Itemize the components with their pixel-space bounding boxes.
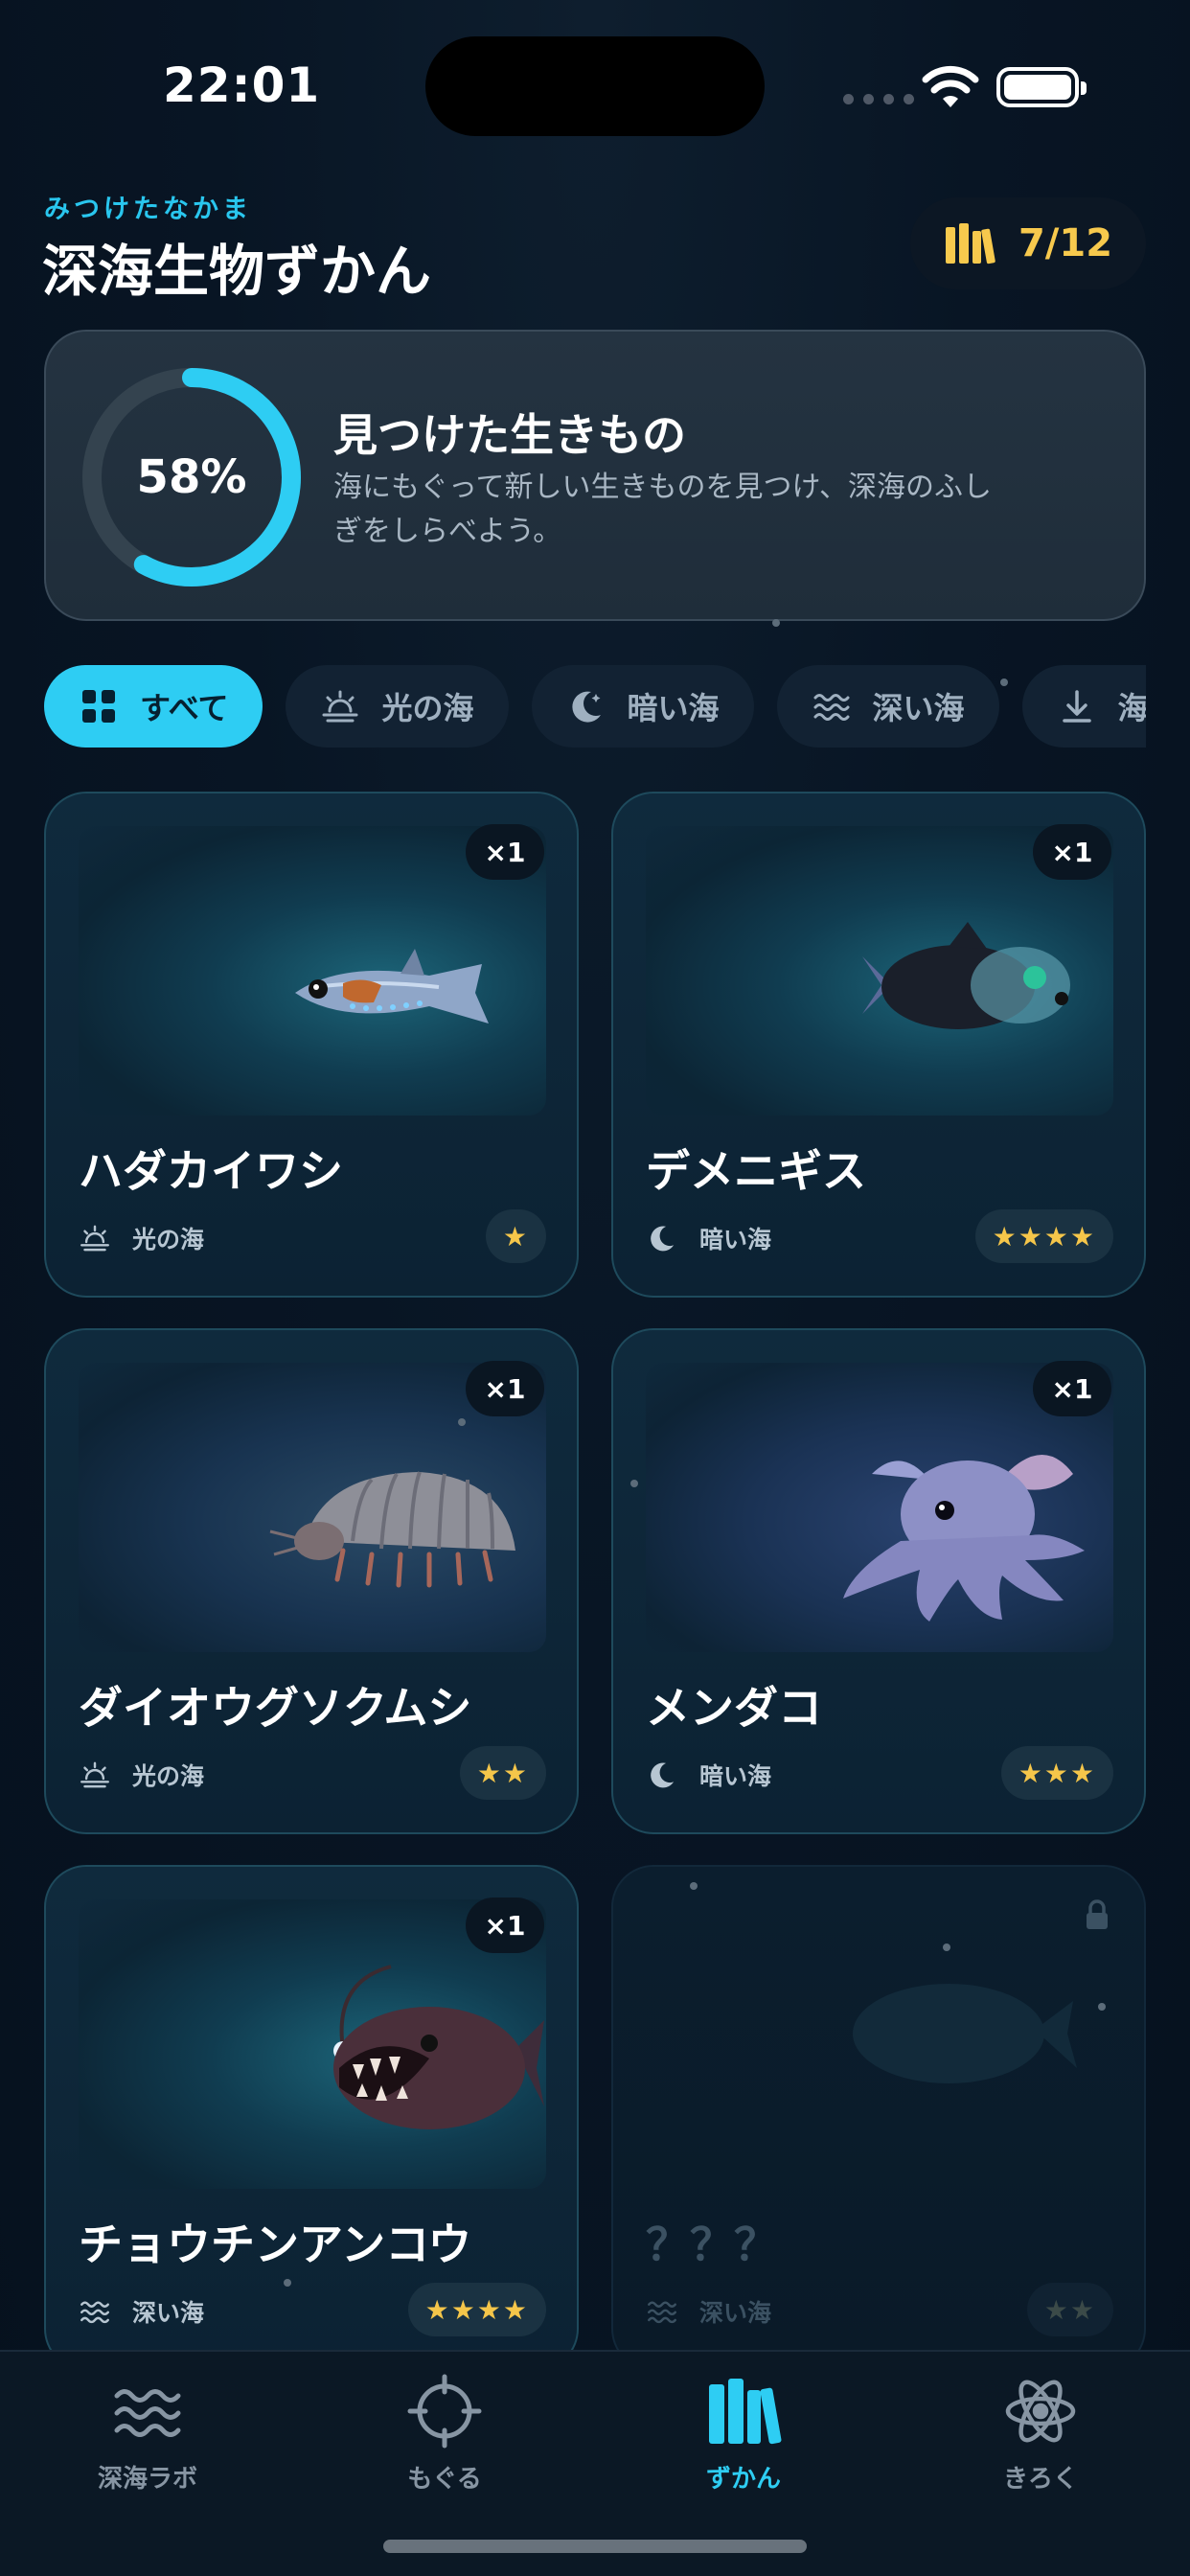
bubble — [1000, 678, 1008, 686]
catch-count-badge: ×1 — [466, 1361, 544, 1416]
lock-icon — [1087, 1899, 1108, 1929]
anglerfish-image — [333, 1965, 544, 2129]
creature-zone: 深い海 — [646, 2294, 771, 2329]
atom-icon — [1005, 2380, 1076, 2443]
filter-chip-dark-sea[interactable]: 暗い海 — [531, 665, 754, 748]
grid-icon — [82, 690, 115, 723]
tab-label: もぐる — [407, 2465, 482, 2494]
tab-label: きろく — [1002, 2465, 1078, 2494]
moon-icon — [651, 1226, 675, 1252]
dynamic-island — [425, 36, 765, 136]
catch-count-badge: ×1 — [1033, 1361, 1111, 1416]
bubble — [943, 1944, 950, 1951]
catch-count-badge: ×1 — [466, 1898, 544, 1953]
filter-label: 暗い海 — [627, 690, 720, 726]
tab-records[interactable]: きろく — [935, 2371, 1146, 2495]
books-icon — [709, 2379, 782, 2445]
page-title: 深海生物ずかん — [42, 239, 432, 304]
waves-icon — [648, 2301, 676, 2324]
progress-card: 58% 見つけた生きもの 海にもぐって新しい生きものを見つけ、深海のふしぎをしら… — [44, 330, 1146, 621]
creature-zone: 暗い海 — [646, 1221, 771, 1255]
lanternfish-image — [295, 949, 489, 1024]
creature-zone: 深い海 — [79, 2294, 204, 2329]
rarity-stars: ★★★★ — [974, 1209, 1113, 1263]
zone-label: 光の海 — [132, 1762, 205, 1790]
rarity-stars: ★★ — [1026, 2283, 1113, 2336]
collection-count: 7/12 — [1018, 221, 1113, 265]
filter-chip-sea-floor[interactable]: 海の — [1021, 665, 1146, 748]
wifi-icon — [922, 65, 979, 107]
sunrise-icon — [322, 690, 358, 723]
filter-label: 光の海 — [381, 690, 474, 726]
creature-card[interactable]: ×1 ハダカイワシ 光の海 ★ — [44, 792, 579, 1298]
creature-zone: 光の海 — [79, 1221, 204, 1255]
creature-card[interactable]: ×1 メンダコ 暗い海 ★★★ — [611, 1328, 1146, 1834]
catch-count-badge: ×1 — [466, 824, 544, 880]
bubble — [630, 1480, 638, 1487]
down-arrow-icon — [1062, 690, 1091, 723]
creature-name: ダイオウグソクムシ — [79, 1682, 472, 1734]
battery-icon — [996, 67, 1087, 107]
tab-label: ずかん — [705, 2465, 781, 2494]
rarity-stars: ★ — [485, 1209, 546, 1263]
home-indicator[interactable] — [383, 2540, 807, 2553]
bubble — [772, 619, 780, 627]
barreleye-image — [862, 922, 1070, 1029]
books-icon — [945, 223, 995, 264]
moon-icon — [651, 1762, 675, 1788]
crosshair-icon — [407, 2374, 482, 2449]
zone-label: 暗い海 — [699, 1762, 772, 1790]
sunrise-icon — [80, 1761, 109, 1788]
rarity-stars: ★★★★ — [407, 2283, 546, 2336]
creature-card[interactable]: ×1 デメニギス 暗い海 ★★★★ — [611, 792, 1146, 1298]
zone-label: 深い海 — [699, 2299, 772, 2327]
filter-chip-deep-sea[interactable]: 深い海 — [776, 665, 999, 748]
filter-chip-light-sea[interactable]: 光の海 — [286, 665, 509, 748]
creature-card[interactable]: ×1 ダイオウグソクムシ 光の海 ★★ — [44, 1328, 579, 1834]
progress-description: 海にもぐって新しい生きものを見つけ、深海のふしぎをしらべよう。 — [333, 471, 992, 548]
creature-zone: 暗い海 — [646, 1758, 771, 1792]
filter-label: すべて — [140, 690, 229, 726]
rarity-stars: ★★★ — [1000, 1746, 1113, 1800]
tab-encyclopedia[interactable]: ずかん — [638, 2371, 849, 2495]
moon-icon — [571, 691, 601, 723]
tab-dive[interactable]: もぐる — [339, 2371, 550, 2495]
filter-chip-all[interactable]: すべて — [44, 665, 263, 748]
bubble — [1098, 2003, 1106, 2011]
progress-percent: 58% — [136, 450, 247, 504]
filter-label: 海の — [1117, 690, 1146, 726]
zone-label: 暗い海 — [699, 1226, 772, 1254]
creature-name: チョウチンアンコウ — [79, 2219, 472, 2270]
tab-label: 深海ラボ — [97, 2465, 197, 2494]
waves-icon — [80, 2301, 109, 2324]
waves-icon — [813, 694, 850, 721]
creature-name: メンダコ — [646, 1682, 822, 1734]
zone-label: 深い海 — [132, 2299, 205, 2327]
waves-icon — [114, 2389, 181, 2437]
filter-label: 深い海 — [872, 690, 965, 726]
bubble — [690, 1882, 698, 1890]
header-eyebrow: みつけたなかま — [44, 195, 252, 224]
zone-label: 光の海 — [132, 1226, 205, 1254]
giant-isopod-image — [269, 1471, 515, 1588]
collection-count-badge[interactable]: 7/12 — [910, 197, 1146, 289]
creature-name: デメニギス — [646, 1145, 866, 1197]
cellular-signal-icon — [843, 94, 914, 104]
catch-count-badge: ×1 — [1033, 824, 1111, 880]
dumbo-octopus-image — [843, 1455, 1085, 1622]
sunrise-icon — [80, 1225, 109, 1252]
unknown-creature-silhouette — [853, 1984, 1077, 2083]
status-time: 22:01 — [163, 58, 321, 113]
tab-lab[interactable]: 深海ラボ — [42, 2371, 253, 2495]
locked-creature-card[interactable]: ？？？ 深い海 ★★ — [611, 1865, 1146, 2371]
creature-name: ハダカイワシ — [79, 1145, 343, 1197]
creature-name: ？？？ — [646, 2219, 778, 2270]
rarity-stars: ★★ — [459, 1746, 546, 1800]
filter-bar: すべて 光の海 暗い海 深い海 海の — [44, 665, 1146, 749]
progress-title: 見つけた生きもの — [333, 409, 686, 461]
bubble — [284, 2279, 291, 2287]
bubble — [458, 1418, 466, 1426]
creature-card[interactable]: ×1 チョウチンアンコウ 深い海 ★★★★ — [44, 1865, 579, 2371]
creature-zone: 光の海 — [79, 1758, 204, 1792]
